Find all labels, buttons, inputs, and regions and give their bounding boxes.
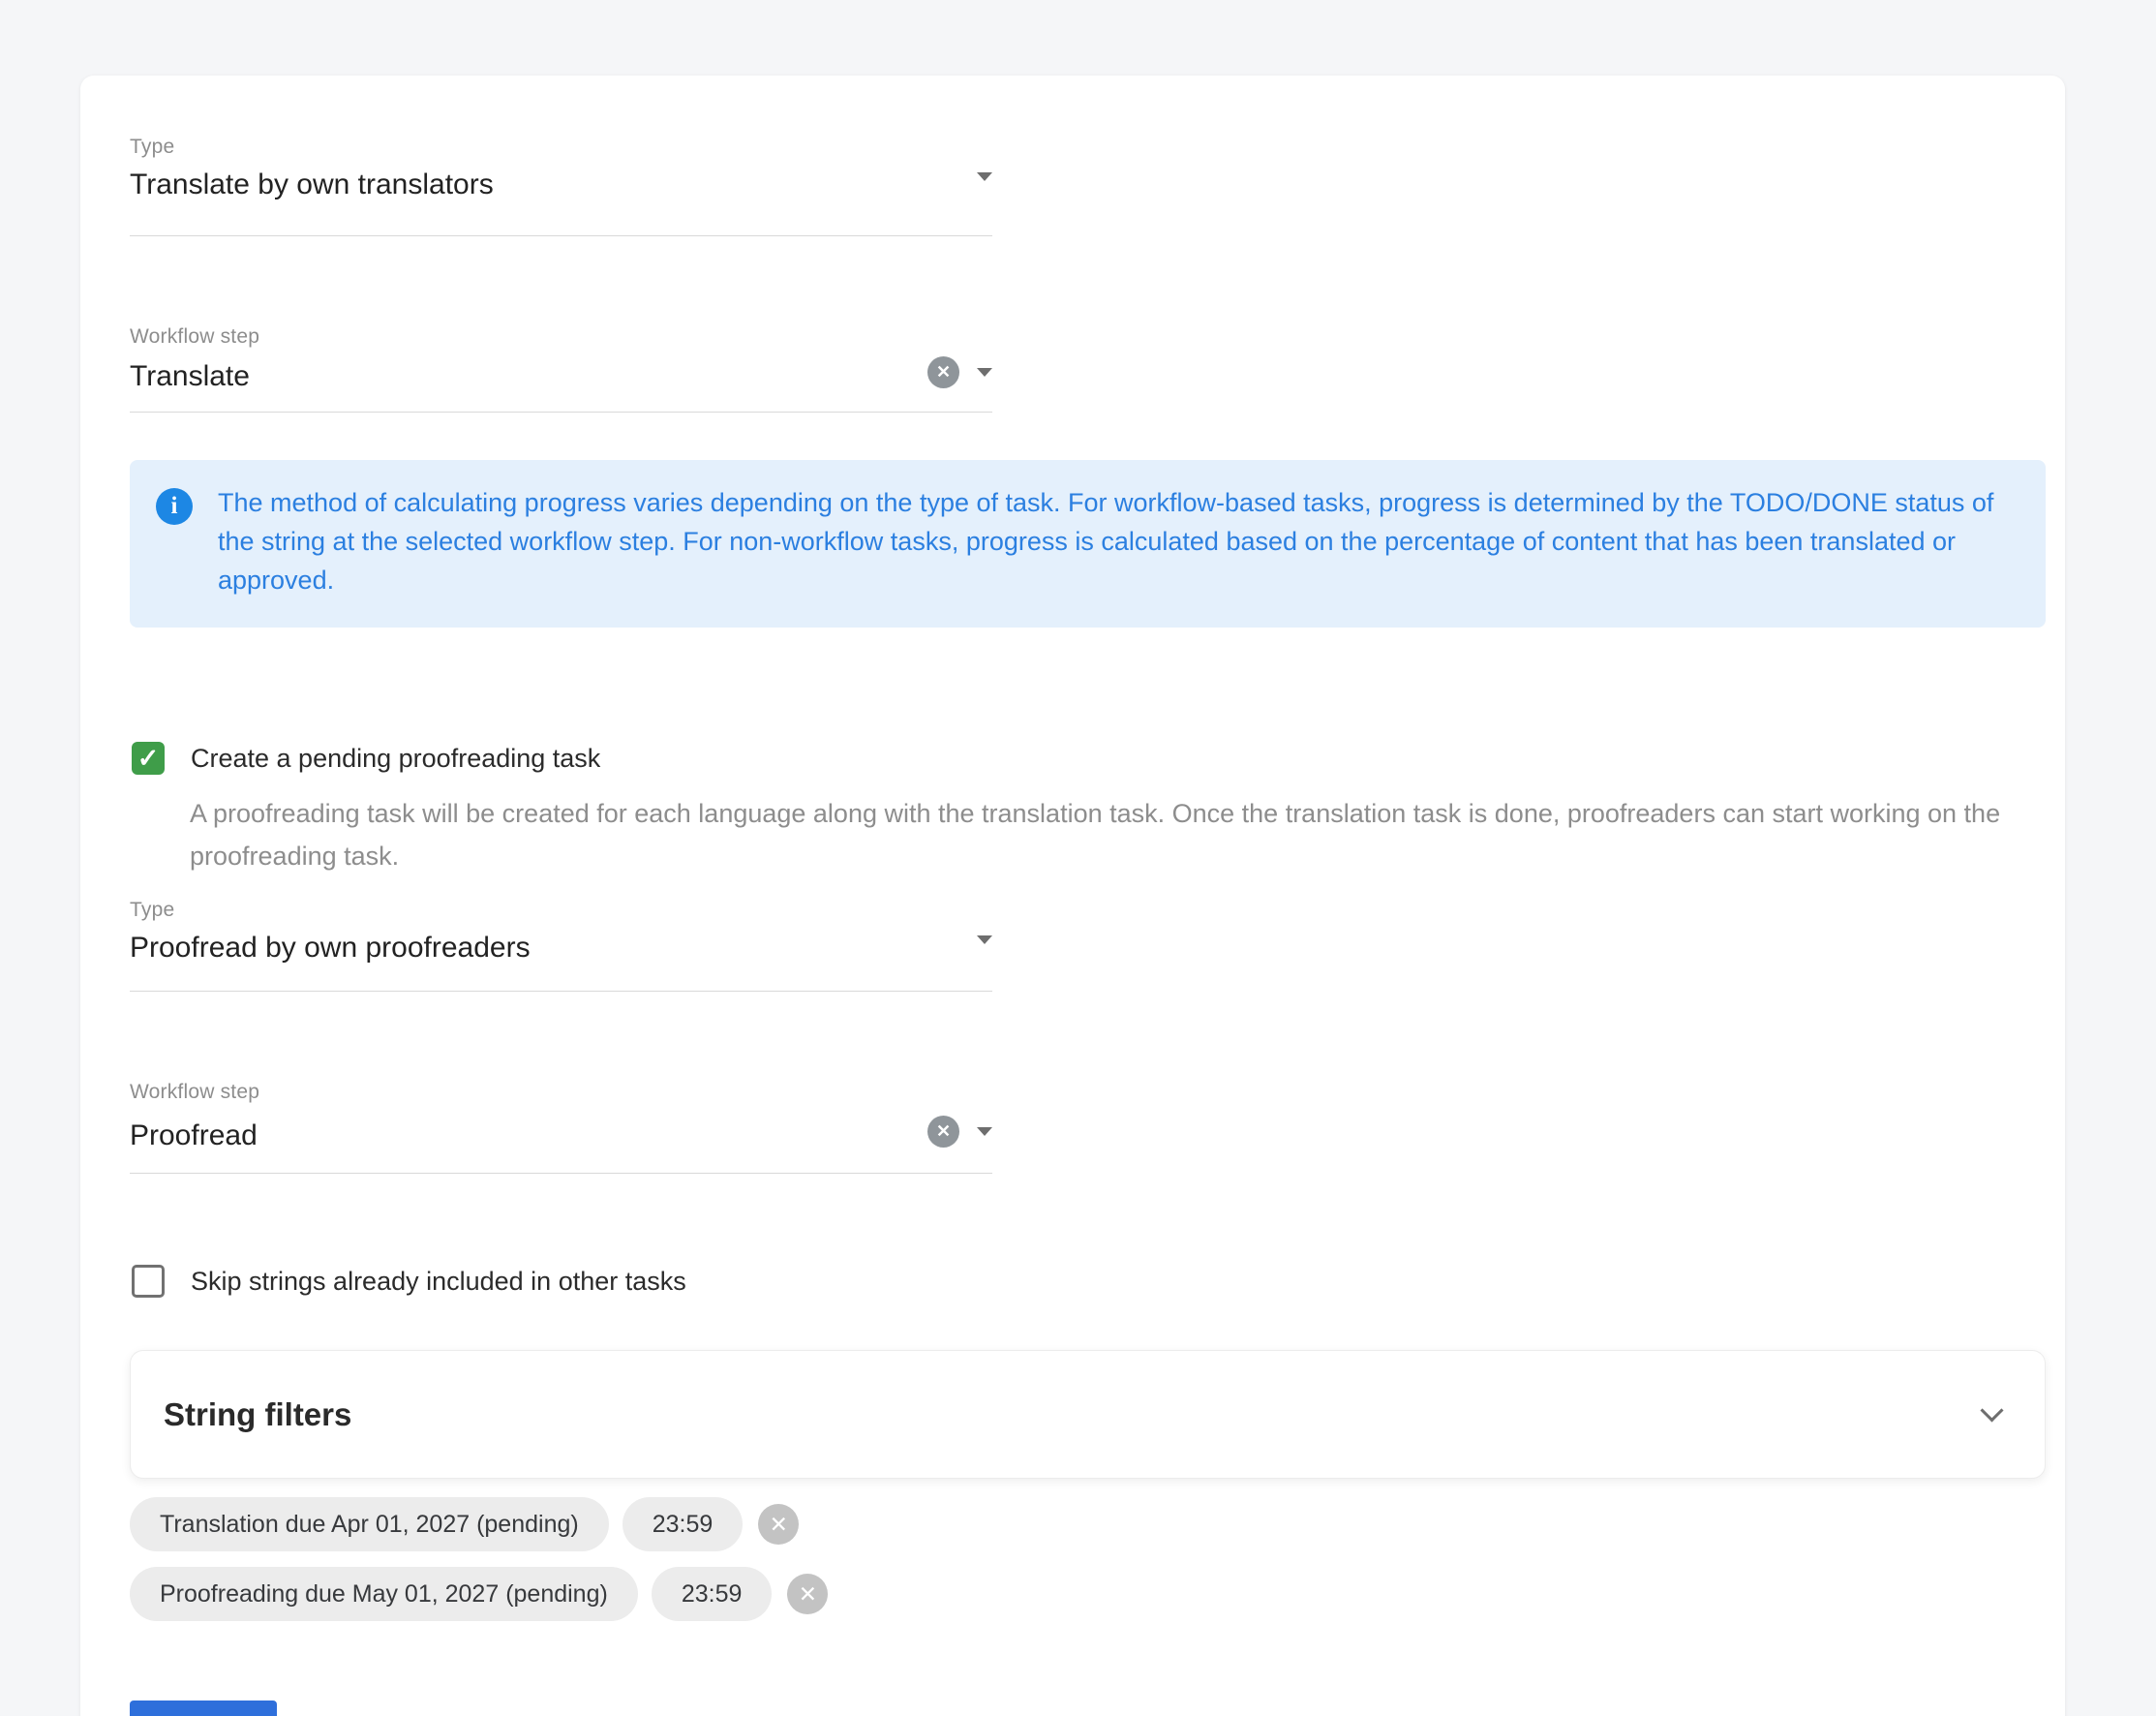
proofread-type-label: Type (130, 899, 174, 922)
create-proofreading-checkbox[interactable]: ✓ (132, 742, 165, 775)
chevron-down-icon[interactable] (977, 1127, 992, 1136)
chevron-down-icon[interactable] (1980, 1398, 2003, 1422)
translate-workflow-value: Translate (130, 360, 250, 393)
proofread-workflow-value: Proofread (130, 1119, 258, 1152)
create-proofreading-description: A proofreading task will be created for … (190, 792, 2024, 877)
translation-due-time-chip: 23:59 (623, 1497, 744, 1551)
info-icon: i (156, 488, 193, 525)
proofreading-due-chip-row: Proofreading due May 01, 2027 (pending) … (130, 1567, 828, 1621)
proofread-workflow-label: Workflow step (130, 1081, 259, 1104)
translation-due-chip-row: Translation due Apr 01, 2027 (pending) 2… (130, 1497, 799, 1551)
create-proofreading-task-row: ✓ Create a pending proofreading task (132, 742, 600, 775)
task-settings-card: Type Translate by own translators Workfl… (80, 76, 2065, 1716)
proofreading-due-chip: Proofreading due May 01, 2027 (pending) (130, 1567, 638, 1621)
string-filters-panel[interactable]: String filters (130, 1350, 2046, 1479)
remove-icon[interactable]: ✕ (787, 1574, 828, 1614)
translation-due-chip: Translation due Apr 01, 2027 (pending) (130, 1497, 609, 1551)
chevron-down-icon[interactable] (977, 172, 992, 181)
translate-type-select[interactable]: Translate by own translators (130, 169, 992, 236)
chevron-down-icon[interactable] (977, 368, 992, 377)
proofreading-due-time-chip: 23:59 (652, 1567, 773, 1621)
remove-icon[interactable]: ✕ (758, 1504, 799, 1545)
skip-strings-label: Skip strings already included in other t… (191, 1267, 686, 1297)
translate-type-value: Translate by own translators (130, 169, 494, 201)
skip-strings-checkbox[interactable] (132, 1265, 165, 1298)
primary-button-partial[interactable] (130, 1701, 277, 1716)
translate-workflow-select[interactable]: Translate ✕ (130, 360, 992, 413)
create-proofreading-label: Create a pending proofreading task (191, 744, 600, 774)
clear-icon[interactable]: ✕ (927, 1116, 959, 1148)
proofread-workflow-select[interactable]: Proofread ✕ (130, 1119, 992, 1174)
proofread-type-value: Proofread by own proofreaders (130, 932, 531, 965)
string-filters-title: String filters (164, 1396, 351, 1433)
translate-workflow-label: Workflow step (130, 325, 259, 349)
skip-strings-row: Skip strings already included in other t… (132, 1265, 686, 1298)
proofread-type-select[interactable]: Proofread by own proofreaders (130, 932, 992, 992)
clear-icon[interactable]: ✕ (927, 356, 959, 388)
translate-type-label: Type (130, 136, 174, 159)
progress-info-banner: i The method of calculating progress var… (130, 460, 2046, 628)
chevron-down-icon[interactable] (977, 935, 992, 944)
progress-info-text: The method of calculating progress varie… (218, 483, 2004, 599)
